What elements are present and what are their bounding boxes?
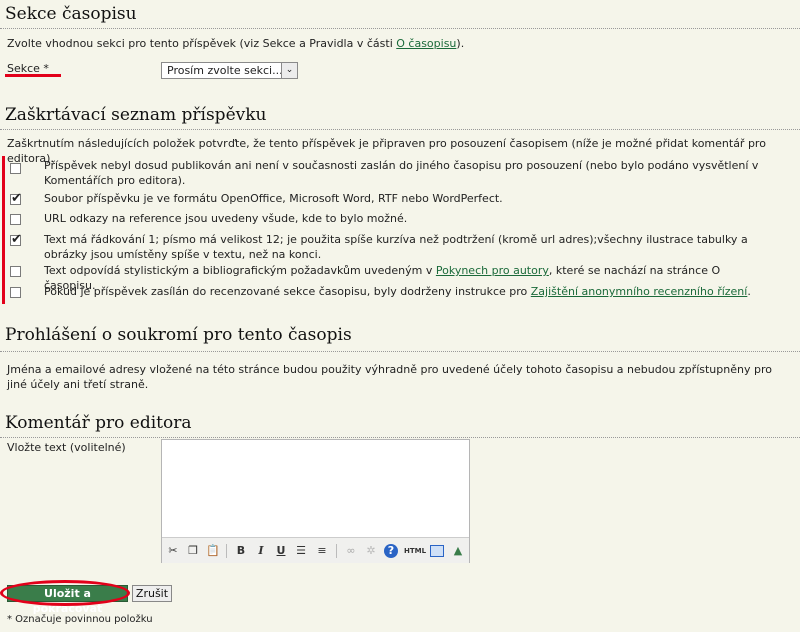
comment-title: Komentář pro editora (5, 413, 192, 433)
cut-icon[interactable]: ✂ (165, 543, 181, 559)
author-guidelines-link[interactable]: Pokynech pro autory (436, 264, 549, 277)
bold-icon[interactable]: B (233, 543, 249, 559)
checklist-item-4: Text má řádkování 1; písmo má velikost 1… (44, 233, 748, 261)
about-journal-link[interactable]: O časopisu (396, 37, 456, 50)
comment-label: Vložte text (volitelné) (7, 441, 126, 454)
fullscreen-icon[interactable] (430, 545, 444, 557)
divider (0, 437, 800, 438)
cancel-button[interactable]: Zrušit (132, 585, 172, 602)
divider (0, 129, 800, 130)
bullet-list-icon[interactable]: ☰ (293, 543, 309, 559)
checklist-item-1: Příspěvek nebyl dosud publikován ani nen… (44, 159, 759, 187)
divider (0, 28, 800, 29)
help-icon[interactable]: ? (384, 544, 398, 558)
privacy-title: Prohlášení o soukromí pro tento časopis (5, 325, 352, 345)
checklist-checkbox-3[interactable] (10, 214, 21, 225)
html-icon[interactable]: HTML (404, 543, 426, 559)
underline-icon[interactable]: U (273, 543, 289, 559)
chevron-down-icon: ⌄ (281, 63, 297, 78)
privacy-text: Jména a emailové adresy vložené na této … (7, 363, 772, 391)
checkmark-icon: ✔ (11, 191, 22, 206)
paste-icon[interactable]: 📋 (205, 543, 221, 559)
highlight-underline (5, 74, 61, 77)
numbered-list-icon[interactable]: ≡ (314, 543, 330, 559)
section-title: Sekce časopisu (5, 4, 137, 24)
checklist-item-6: Pokud je příspěvek zasílán do recenzovan… (44, 285, 751, 298)
section-select[interactable]: Prosím zvolte sekci... ⌄ (161, 62, 298, 79)
checklist-checkbox-2[interactable]: ✔ (10, 191, 22, 206)
checklist-item-3: URL odkazy na reference jsou uvedeny všu… (44, 212, 408, 225)
editor-toolbar: ✂ ❐ 📋 B I U ☰ ≡ ∞ ✲ ? HTML ▲ (162, 537, 469, 563)
checklist-item-2: Soubor příspěvku je ve formátu OpenOffic… (44, 192, 503, 205)
section-intro: Zvolte vhodnou sekci pro tento příspěvek… (7, 37, 465, 50)
toolbar-separator (226, 544, 227, 558)
unlink-icon[interactable]: ✲ (363, 543, 379, 559)
checklist-checkbox-4[interactable]: ✔ (10, 232, 22, 247)
copy-icon[interactable]: ❐ (185, 543, 201, 559)
toolbar-separator (336, 544, 337, 558)
highlight-bar (2, 156, 5, 304)
checklist-checkbox-6[interactable] (10, 287, 21, 298)
blind-review-link[interactable]: Zajištění anonymního recenzního řízení (531, 285, 748, 298)
required-footnote: * Označuje povinnou položku (7, 614, 153, 625)
checklist-checkbox-1[interactable] (10, 163, 21, 174)
italic-icon[interactable]: I (253, 543, 269, 559)
link-icon[interactable]: ∞ (343, 543, 359, 559)
section-select-value: Prosím zvolte sekci... (167, 64, 283, 77)
checkmark-icon: ✔ (11, 232, 22, 247)
checklist-checkbox-5[interactable] (10, 266, 21, 277)
checklist-title: Zaškrtávací seznam příspěvku (5, 105, 267, 125)
divider (0, 351, 800, 352)
highlight-ellipse (0, 580, 130, 606)
comment-textarea[interactable] (162, 440, 469, 537)
image-upload-icon[interactable]: ▲ (450, 543, 466, 559)
